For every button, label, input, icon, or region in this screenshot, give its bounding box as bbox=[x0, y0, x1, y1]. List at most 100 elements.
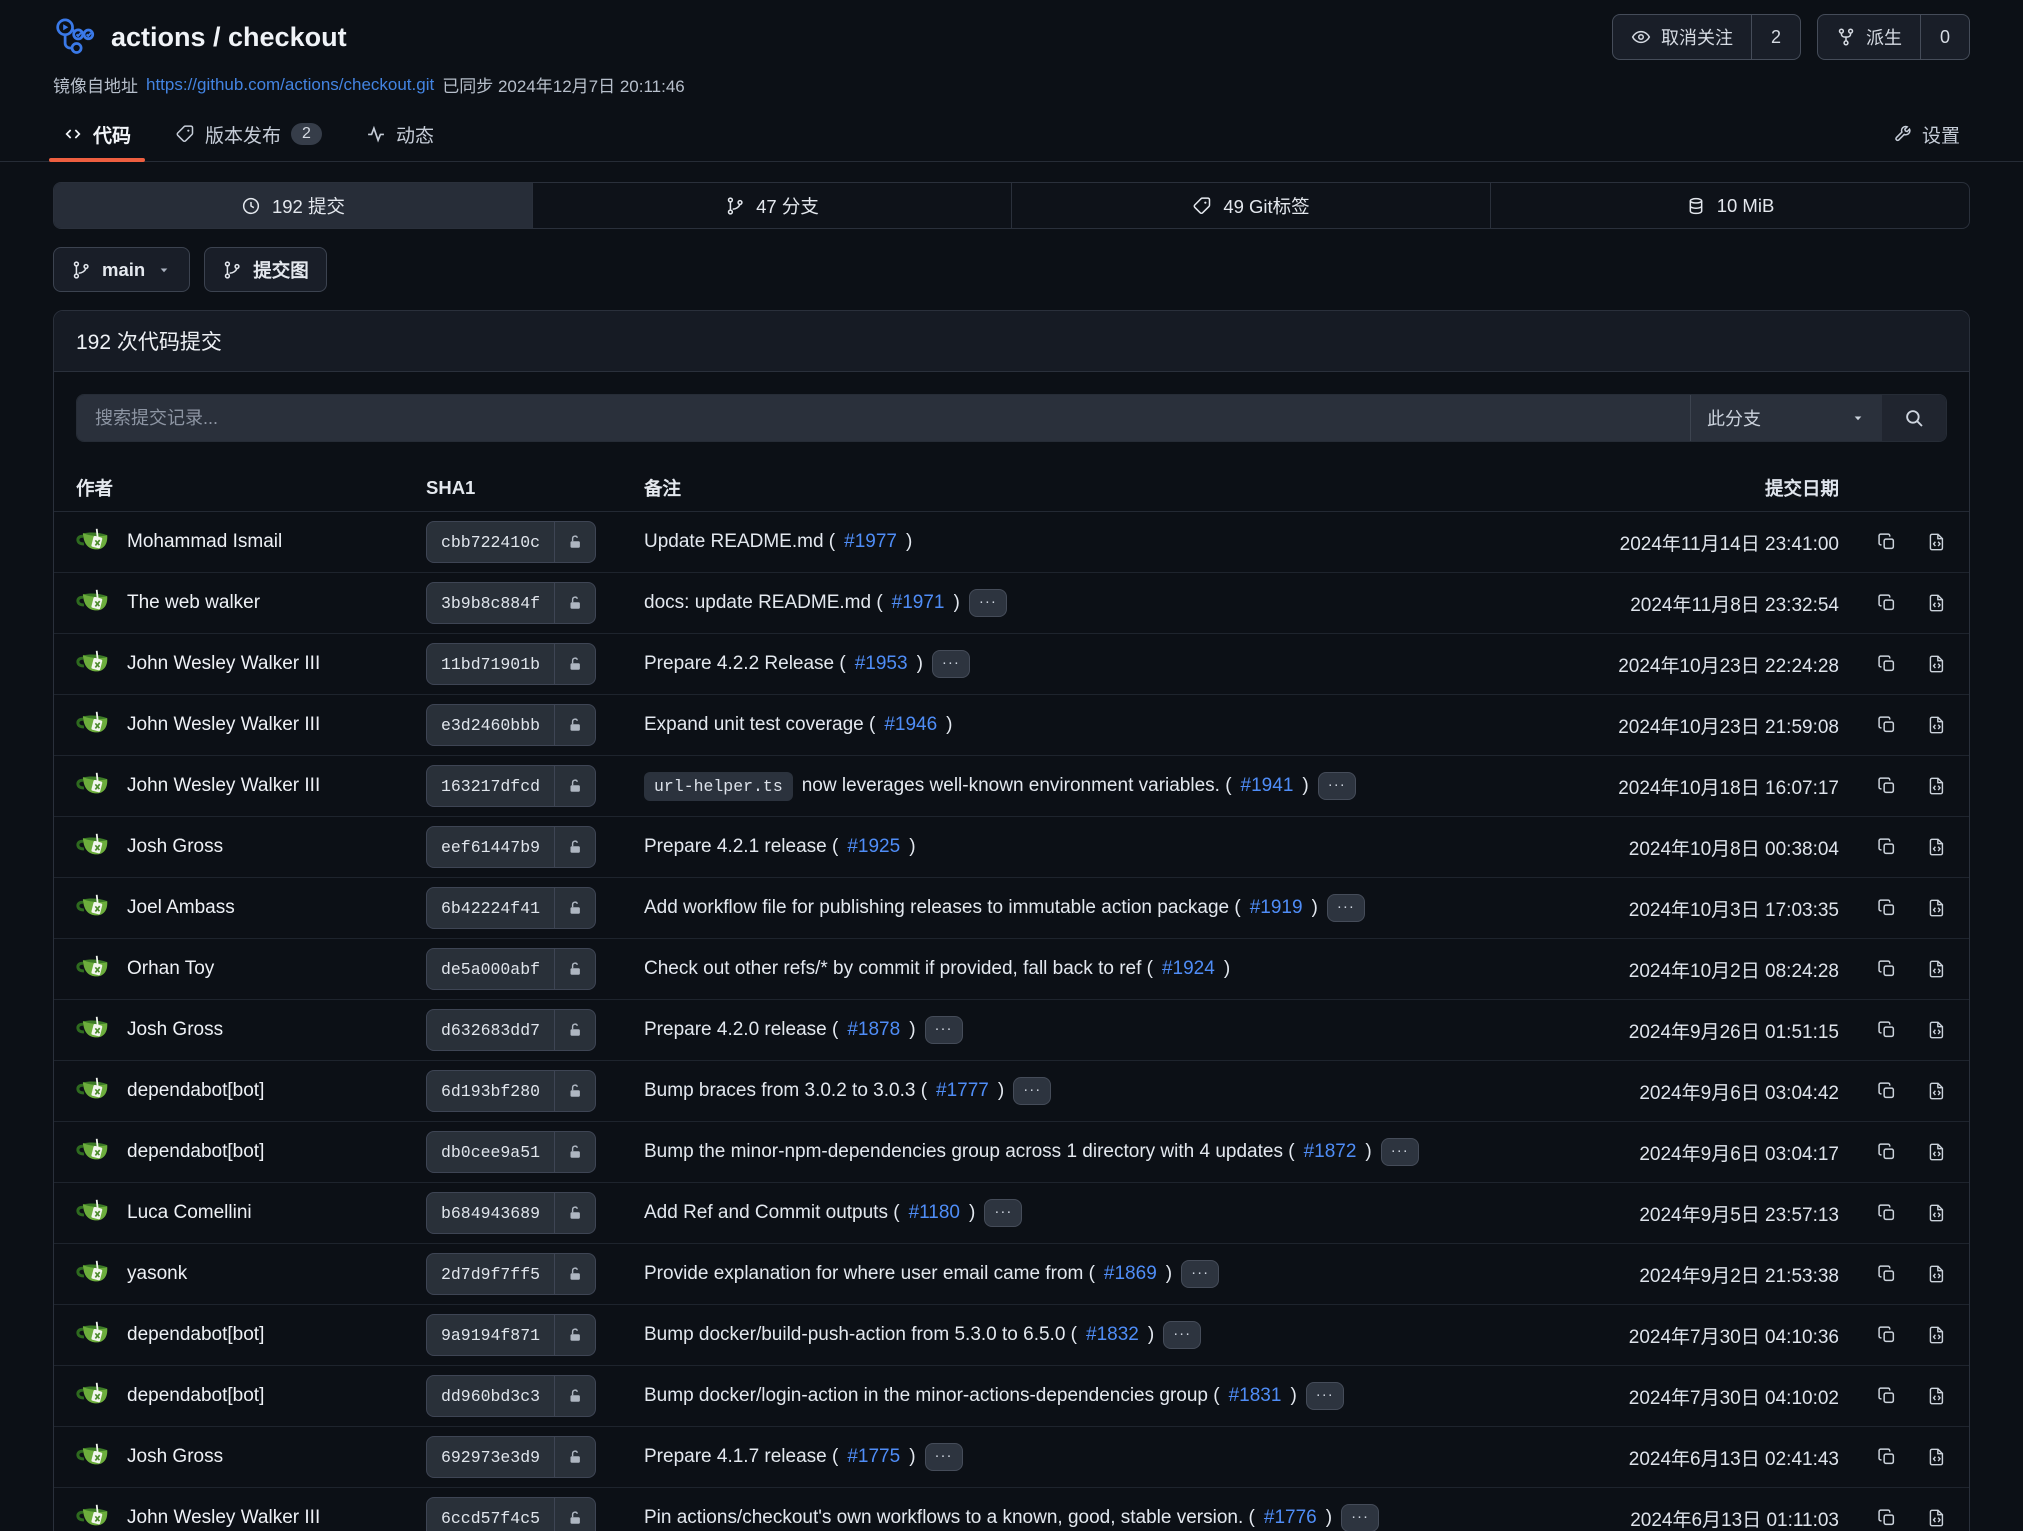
pr-link[interactable]: #1925 bbox=[847, 836, 900, 858]
commit-author[interactable]: John Wesley Walker III bbox=[127, 775, 320, 797]
commit-author[interactable]: John Wesley Walker III bbox=[127, 653, 320, 675]
commit-sha-badge[interactable]: de5a000abf bbox=[426, 948, 596, 990]
expand-commit-button[interactable]: ··· bbox=[984, 1199, 1022, 1227]
browse-source-icon[interactable] bbox=[1927, 1142, 1947, 1162]
browse-source-icon[interactable] bbox=[1927, 1203, 1947, 1223]
commit-sha[interactable]: 6d193bf280 bbox=[427, 1071, 554, 1111]
copy-sha-icon[interactable] bbox=[1877, 898, 1897, 918]
commit-sha[interactable]: 2d7d9f7ff5 bbox=[427, 1254, 554, 1294]
commit-author[interactable]: Luca Comellini bbox=[127, 1202, 252, 1224]
browse-source-icon[interactable] bbox=[1927, 837, 1947, 857]
commit-author[interactable]: dependabot[bot] bbox=[127, 1141, 264, 1163]
commit-sha-badge[interactable]: cbb722410c bbox=[426, 521, 596, 563]
browse-source-icon[interactable] bbox=[1927, 593, 1947, 613]
fork-button[interactable]: 派生 0 bbox=[1817, 14, 1970, 60]
commit-sha[interactable]: eef61447b9 bbox=[427, 827, 554, 867]
commit-sha[interactable]: de5a000abf bbox=[427, 949, 554, 989]
browse-source-icon[interactable] bbox=[1927, 715, 1947, 735]
commit-sha-badge[interactable]: db0cee9a51 bbox=[426, 1131, 596, 1173]
browse-source-icon[interactable] bbox=[1927, 1020, 1947, 1040]
commit-sha-badge[interactable]: dd960bd3c3 bbox=[426, 1375, 596, 1417]
commit-sha[interactable]: 3b9b8c884f bbox=[427, 583, 554, 623]
expand-commit-button[interactable]: ··· bbox=[1306, 1382, 1344, 1410]
commit-author[interactable]: dependabot[bot] bbox=[127, 1324, 264, 1346]
browse-source-icon[interactable] bbox=[1927, 1081, 1947, 1101]
commit-author[interactable]: Josh Gross bbox=[127, 1019, 223, 1041]
commit-sha[interactable]: 692973e3d9 bbox=[427, 1437, 554, 1477]
copy-sha-icon[interactable] bbox=[1877, 1447, 1897, 1467]
commit-sha-badge[interactable]: 6b42224f41 bbox=[426, 887, 596, 929]
repo-title-link[interactable]: actions / checkout bbox=[111, 22, 347, 53]
expand-commit-button[interactable]: ··· bbox=[932, 650, 970, 678]
commit-sha-badge[interactable]: 3b9b8c884f bbox=[426, 582, 596, 624]
commit-author[interactable]: Josh Gross bbox=[127, 1446, 223, 1468]
commit-sha[interactable]: 9a9194f871 bbox=[427, 1315, 554, 1355]
browse-source-icon[interactable] bbox=[1927, 1264, 1947, 1284]
commit-sha[interactable]: 163217dfcd bbox=[427, 766, 554, 806]
commit-author[interactable]: Joel Ambass bbox=[127, 897, 235, 919]
pr-link[interactable]: #1777 bbox=[936, 1080, 989, 1102]
pr-link[interactable]: #1977 bbox=[844, 531, 897, 553]
expand-commit-button[interactable]: ··· bbox=[1381, 1138, 1419, 1166]
browse-source-icon[interactable] bbox=[1927, 959, 1947, 979]
search-button[interactable] bbox=[1882, 395, 1946, 441]
commit-author[interactable]: yasonk bbox=[127, 1263, 187, 1285]
commit-author[interactable]: John Wesley Walker III bbox=[127, 1507, 320, 1529]
pr-link[interactable]: #1953 bbox=[855, 653, 908, 675]
pr-link[interactable]: #1775 bbox=[847, 1446, 900, 1468]
commit-author[interactable]: Mohammad Ismail bbox=[127, 531, 282, 553]
copy-sha-icon[interactable] bbox=[1877, 1508, 1897, 1528]
copy-sha-icon[interactable] bbox=[1877, 654, 1897, 674]
pr-link[interactable]: #1872 bbox=[1304, 1141, 1357, 1163]
pr-link[interactable]: #1776 bbox=[1264, 1507, 1317, 1529]
pr-link[interactable]: #1180 bbox=[909, 1202, 960, 1224]
expand-commit-button[interactable]: ··· bbox=[1181, 1260, 1219, 1288]
expand-commit-button[interactable]: ··· bbox=[1341, 1504, 1379, 1531]
commit-author[interactable]: dependabot[bot] bbox=[127, 1385, 264, 1407]
commit-sha-badge[interactable]: 6d193bf280 bbox=[426, 1070, 596, 1112]
expand-commit-button[interactable]: ··· bbox=[1318, 772, 1356, 800]
tab-releases[interactable]: 版本发布 2 bbox=[153, 107, 344, 161]
commit-author[interactable]: Josh Gross bbox=[127, 836, 223, 858]
mirror-url-link[interactable]: https://github.com/actions/checkout.git bbox=[146, 75, 434, 95]
pr-link[interactable]: #1878 bbox=[847, 1019, 900, 1041]
tab-settings[interactable]: 设置 bbox=[1870, 107, 1982, 161]
commit-sha[interactable]: cbb722410c bbox=[427, 522, 554, 562]
browse-source-icon[interactable] bbox=[1927, 898, 1947, 918]
stat-branches[interactable]: 47 分支 bbox=[533, 183, 1012, 228]
tab-code[interactable]: 代码 bbox=[41, 107, 153, 161]
commit-sha-badge[interactable]: 2d7d9f7ff5 bbox=[426, 1253, 596, 1295]
commit-author[interactable]: dependabot[bot] bbox=[127, 1080, 264, 1102]
pr-link[interactable]: #1831 bbox=[1229, 1385, 1282, 1407]
commit-sha-badge[interactable]: b684943689 bbox=[426, 1192, 596, 1234]
expand-commit-button[interactable]: ··· bbox=[1013, 1077, 1051, 1105]
expand-commit-button[interactable]: ··· bbox=[969, 589, 1007, 617]
commit-sha-badge[interactable]: 9a9194f871 bbox=[426, 1314, 596, 1356]
commit-sha-badge[interactable]: 11bd71901b bbox=[426, 643, 596, 685]
copy-sha-icon[interactable] bbox=[1877, 715, 1897, 735]
commit-sha[interactable]: d632683dd7 bbox=[427, 1010, 554, 1050]
copy-sha-icon[interactable] bbox=[1877, 1203, 1897, 1223]
commit-author[interactable]: The web walker bbox=[127, 592, 260, 614]
commit-sha[interactable]: 6b42224f41 bbox=[427, 888, 554, 928]
browse-source-icon[interactable] bbox=[1927, 532, 1947, 552]
copy-sha-icon[interactable] bbox=[1877, 1386, 1897, 1406]
pr-link[interactable]: #1919 bbox=[1250, 897, 1303, 919]
copy-sha-icon[interactable] bbox=[1877, 593, 1897, 613]
commit-sha[interactable]: 11bd71901b bbox=[427, 644, 554, 684]
pr-link[interactable]: #1869 bbox=[1104, 1263, 1157, 1285]
commit-author[interactable]: Orhan Toy bbox=[127, 958, 214, 980]
pr-link[interactable]: #1946 bbox=[884, 714, 937, 736]
copy-sha-icon[interactable] bbox=[1877, 1020, 1897, 1040]
branch-filter-dropdown[interactable]: 此分支 bbox=[1690, 395, 1882, 441]
copy-sha-icon[interactable] bbox=[1877, 1264, 1897, 1284]
search-input[interactable] bbox=[77, 395, 1690, 441]
fork-count[interactable]: 0 bbox=[1920, 15, 1969, 59]
browse-source-icon[interactable] bbox=[1927, 1386, 1947, 1406]
copy-sha-icon[interactable] bbox=[1877, 532, 1897, 552]
expand-commit-button[interactable]: ··· bbox=[925, 1443, 963, 1471]
copy-sha-icon[interactable] bbox=[1877, 1325, 1897, 1345]
expand-commit-button[interactable]: ··· bbox=[1163, 1321, 1201, 1349]
copy-sha-icon[interactable] bbox=[1877, 1142, 1897, 1162]
browse-source-icon[interactable] bbox=[1927, 1447, 1947, 1467]
